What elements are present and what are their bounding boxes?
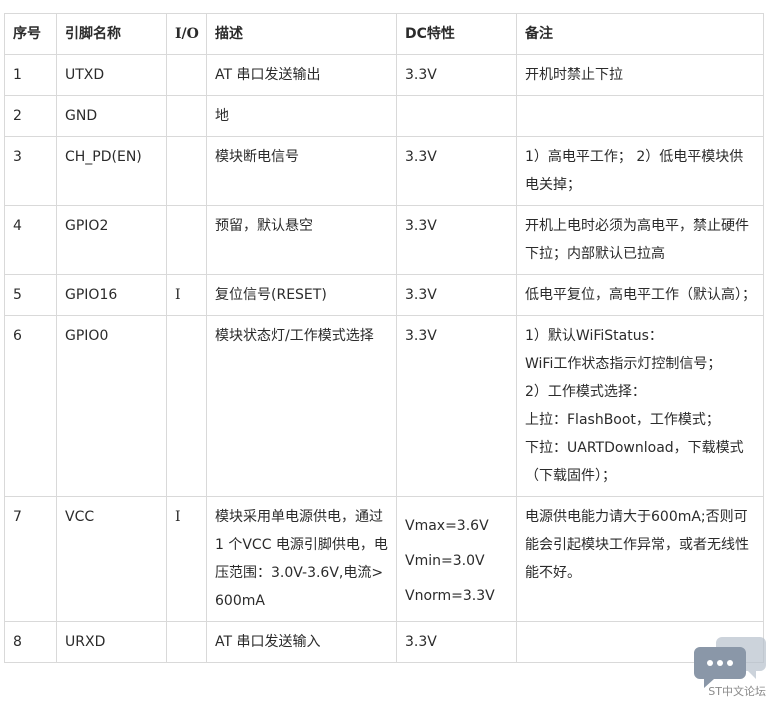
cell-dc-line: Vnorm=3.3V <box>405 588 495 604</box>
cell-no: 5 <box>4 274 57 316</box>
header-dc: DC特性 <box>396 13 517 55</box>
cell-io: I <box>166 274 207 316</box>
cell-description: 模块断电信号 <box>206 136 397 206</box>
cell-description: 模块状态灯/工作模式选择 <box>206 315 397 497</box>
cell-dc-line: Vmin=3.0V <box>405 553 485 569</box>
pin-table: 序号 引脚名称 I/O 描述 DC特性 备注 1 UTXD AT 串口发送输出 3.3… <box>4 13 764 663</box>
cell-io: I <box>166 496 207 622</box>
cell-description: AT 串口发送输入 <box>206 621 397 663</box>
cell-no: 4 <box>4 205 57 275</box>
cell-pin-name: GND <box>56 95 167 137</box>
cell-dc-line: 3.3V <box>405 287 437 303</box>
cell-description-line: 复位信号(RESET) <box>215 287 327 303</box>
cell-notes-line: 上拉：FlashBoot，工作模式； <box>525 412 720 428</box>
cell-dc <box>396 95 517 137</box>
cell-dc-line: Vmax=3.6V <box>405 518 489 534</box>
cell-no: 8 <box>4 621 57 663</box>
cell-no: 2 <box>4 95 57 137</box>
cell-dc: 3.3V <box>396 54 517 96</box>
cell-no: 6 <box>4 315 57 497</box>
cell-pin-name: CH_PD(EN) <box>56 136 167 206</box>
cell-notes-line: 1）高电平工作； 2）低电平模块供电关掉； <box>525 149 744 193</box>
cell-description: AT 串口发送输出 <box>206 54 397 96</box>
cell-description-line: 模块采用单电源供电，通过 1 个VCC 电源引脚供电，电压范围：3.0V-3.6… <box>215 509 388 609</box>
cell-no: 3 <box>4 136 57 206</box>
cell-pin-name: VCC <box>56 496 167 622</box>
header-pin-name: 引脚名称 <box>56 13 167 55</box>
cell-io <box>166 315 207 497</box>
cell-dc-line: 3.3V <box>405 328 437 344</box>
cell-description-line: 模块断电信号 <box>215 149 299 165</box>
table-row: 7 VCC I 模块采用单电源供电，通过 1 个VCC 电源引脚供电，电压范围：3.0… <box>4 496 764 622</box>
table-row: 8 URXD AT 串口发送输入 3.3V <box>4 621 764 663</box>
cell-io <box>166 621 207 663</box>
cell-description-line: 预留，默认悬空 <box>215 218 313 234</box>
cell-notes: 电源供电能力请大于600mA;否则可能会引起模块工作异常，或者无线性能不好。 <box>516 496 764 622</box>
table-row: 2 GND 地 <box>4 95 764 137</box>
cell-notes-line: 2）工作模式选择： <box>525 384 646 400</box>
cell-dc: 3.3V <box>396 136 517 206</box>
cell-dc-line: 3.3V <box>405 218 437 234</box>
cell-pin-name: GPIO16 <box>56 274 167 316</box>
cell-description: 模块采用单电源供电，通过 1 个VCC 电源引脚供电，电压范围：3.0V-3.6… <box>206 496 397 622</box>
cell-dc-line: 3.3V <box>405 149 437 165</box>
watermark-text: ST中文论坛 <box>708 685 766 698</box>
cell-notes-line: 低电平复位，高电平工作（默认高）； <box>525 287 756 303</box>
header-description: 描述 <box>206 13 397 55</box>
cell-description: 预留，默认悬空 <box>206 205 397 275</box>
cell-dc-line: 3.3V <box>405 634 437 650</box>
cell-notes-line: WiFi工作状态指示灯控制信号； <box>525 356 722 372</box>
cell-notes: 开机时禁止下拉 <box>516 54 764 96</box>
cell-description-line: AT 串口发送输出 <box>215 67 321 83</box>
cell-pin-name: UTXD <box>56 54 167 96</box>
cell-dc: 3.3V <box>396 621 517 663</box>
cell-notes: 1）默认WiFiStatus： WiFi工作状态指示灯控制信号； 2）工作模式选择：… <box>516 315 764 497</box>
table-row: 3 CH_PD(EN) 模块断电信号 3.3V 1）高电平工作； 2）低电平模块供电关… <box>4 136 764 206</box>
table-row: 4 GPIO2 预留，默认悬空 3.3V 开机上电时必须为高电平，禁止硬件下拉；内部默认… <box>4 205 764 275</box>
cell-no: 7 <box>4 496 57 622</box>
cell-dc: 3.3V <box>396 205 517 275</box>
cell-notes: 1）高电平工作； 2）低电平模块供电关掉； <box>516 136 764 206</box>
cell-description-line: 地 <box>215 108 229 124</box>
cell-no: 1 <box>4 54 57 96</box>
table-row: 6 GPIO0 模块状态灯/工作模式选择 3.3V 1）默认WiFiStatus： WiF… <box>4 315 764 497</box>
cell-pin-name: URXD <box>56 621 167 663</box>
cell-pin-name: GPIO0 <box>56 315 167 497</box>
cell-io <box>166 95 207 137</box>
cell-notes: 开机上电时必须为高电平，禁止硬件下拉；内部默认已拉高 <box>516 205 764 275</box>
cell-description: 地 <box>206 95 397 137</box>
header-no: 序号 <box>4 13 57 55</box>
cell-notes-line: 1）默认WiFiStatus： <box>525 328 663 344</box>
cell-notes-line: 开机上电时必须为高电平，禁止硬件下拉；内部默认已拉高 <box>525 218 749 262</box>
cell-io <box>166 136 207 206</box>
cell-notes: 低电平复位，高电平工作（默认高）； <box>516 274 764 316</box>
cell-dc: 3.3V <box>396 315 517 497</box>
cell-description-line: AT 串口发送输入 <box>215 634 321 650</box>
cell-notes <box>516 95 764 137</box>
cell-io <box>166 54 207 96</box>
table-row: 5 GPIO16 I 复位信号(RESET) 3.3V 低电平复位，高电平工作（默认高）； <box>4 274 764 316</box>
cell-dc: Vmax=3.6V Vmin=3.0V Vnorm=3.3V <box>396 496 517 622</box>
cell-dc-line: 3.3V <box>405 67 437 83</box>
table-header-row: 序号 引脚名称 I/O 描述 DC特性 备注 <box>4 13 764 55</box>
cell-pin-name: GPIO2 <box>56 205 167 275</box>
cell-description: 复位信号(RESET) <box>206 274 397 316</box>
cell-description-line: 模块状态灯/工作模式选择 <box>215 328 374 344</box>
header-notes: 备注 <box>516 13 764 55</box>
cell-notes-line: 电源供电能力请大于600mA;否则可能会引起模块工作异常，或者无线性能不好。 <box>525 509 749 581</box>
table-row: 1 UTXD AT 串口发送输出 3.3V 开机时禁止下拉 <box>4 54 764 96</box>
header-io: I/O <box>166 13 207 55</box>
cell-notes-line: 开机时禁止下拉 <box>525 67 623 83</box>
cell-notes-line: 下拉：UARTDownload，下载模式（下载固件）； <box>525 440 744 484</box>
cell-dc: 3.3V <box>396 274 517 316</box>
cell-io <box>166 205 207 275</box>
